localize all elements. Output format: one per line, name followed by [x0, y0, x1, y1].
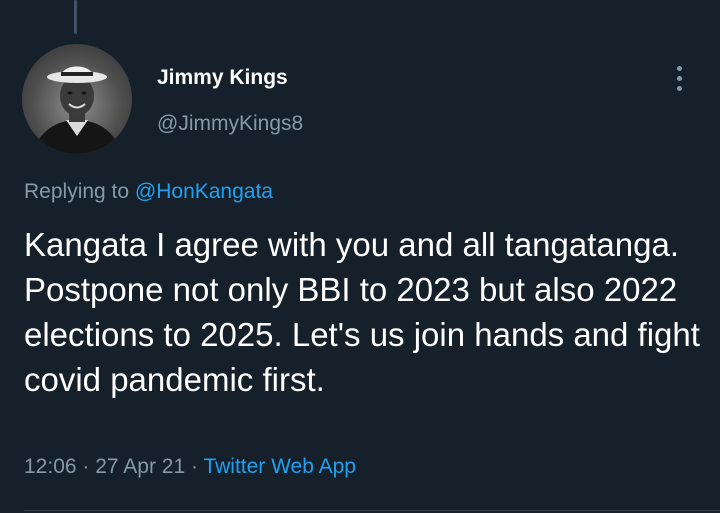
replying-to: Replying to @HonKangata	[24, 180, 273, 204]
avatar[interactable]	[22, 44, 132, 154]
tweet-source-link[interactable]: Twitter Web App	[203, 455, 356, 478]
tweet-text: Kangata I agree with you and all tangata…	[24, 226, 700, 398]
meta-separator: ·	[185, 455, 204, 478]
reply-mention-link[interactable]: @HonKangata	[135, 180, 273, 203]
user-handle[interactable]: @JimmyKings8	[157, 112, 303, 136]
thread-connector-line	[74, 0, 77, 34]
tweet-time[interactable]: 12:06	[24, 455, 77, 478]
more-options-button[interactable]	[668, 60, 692, 96]
tweet-detail: Jimmy Kings @JimmyKings8 Replying to @Ho…	[0, 0, 720, 513]
divider	[24, 510, 720, 511]
replying-to-label: Replying to	[24, 180, 135, 203]
meta-separator: ·	[76, 455, 96, 478]
more-vertical-icon-dot	[677, 76, 682, 81]
tweet-date[interactable]: 27 Apr 21	[95, 455, 185, 478]
tweet-meta: 12:06 · 27 Apr 21 · Twitter Web App	[24, 455, 356, 479]
more-vertical-icon	[677, 66, 682, 71]
display-name[interactable]: Jimmy Kings	[157, 66, 288, 90]
more-vertical-icon-dot	[677, 86, 682, 91]
